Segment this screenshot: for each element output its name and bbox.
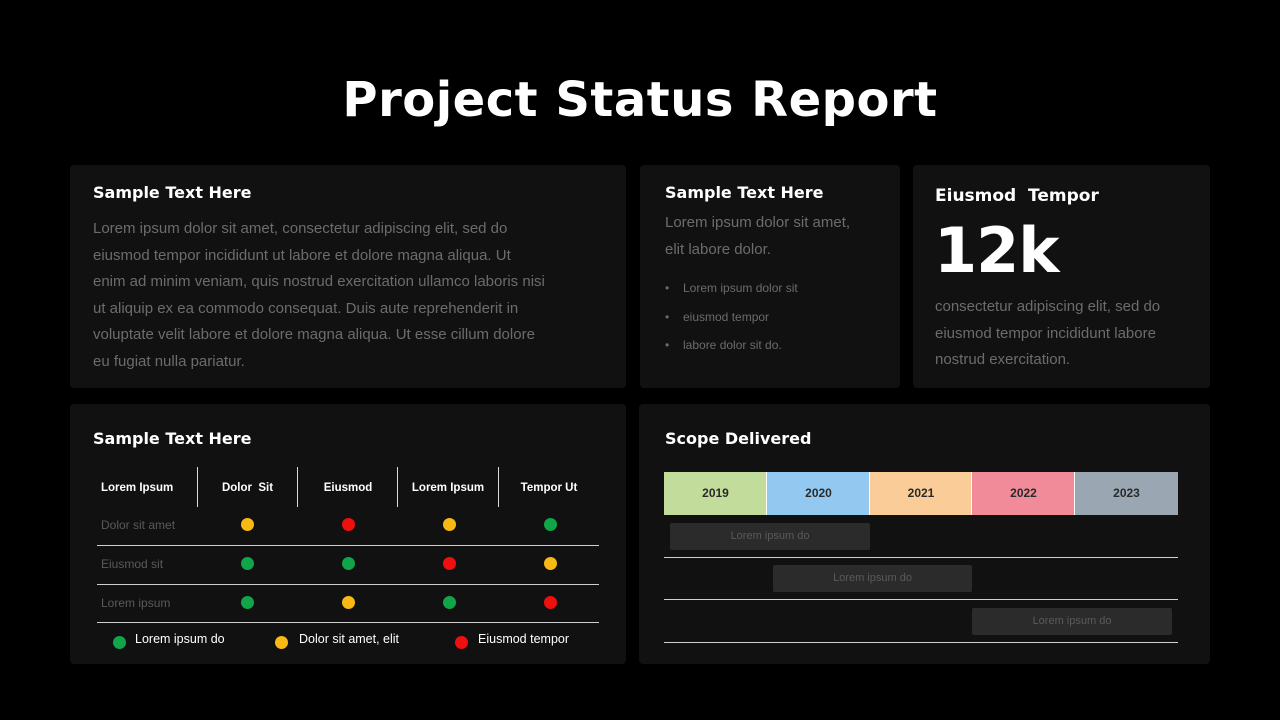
legend-label: Lorem ipsum do [135,632,225,646]
body-line: nostrud exercitation. [935,351,1071,368]
legend-label: Dolor sit amet, elit [299,632,400,646]
year-cell: 2021 [870,472,972,515]
year-cell: 2022 [972,472,1075,515]
body-line: enim ad minim veniam, quis nostrud exerc… [93,273,545,290]
year-separator [766,472,767,515]
list-item-label: labore dolor sit do. [683,338,782,352]
bullet-icon: • [665,281,670,295]
body-line: ut aliquip ex ea commodo consequat. Duis… [93,299,519,317]
table-row-label: Eiusmod sit [101,557,164,571]
bullet-icon: • [665,338,670,352]
text-card-main-heading: Sample Text Here [93,183,252,202]
bullet-icon: • [665,309,670,324]
page-title: Project Status Report [342,72,938,128]
table-column-header: Lorem Ipsum [411,482,485,494]
task-bar: Lorem ipsum do [670,523,870,550]
year-cell: 2020 [767,472,870,515]
status-dot-icon [341,517,355,531]
legend-dot-icon [455,636,468,649]
task-row-separator [664,557,1178,558]
list-item-label: Lorem ipsum dolor sit [683,281,798,295]
year-cell: 2019 [664,472,767,515]
status-dot-icon [240,595,254,609]
year-separator [1074,472,1075,515]
row-separator [97,622,599,623]
text-card-bullets-body: Lorem ipsum dolor sit amet, elit labore … [665,210,890,263]
status-dot-icon [341,595,355,609]
table-row-label: Lorem ipsum [101,596,171,610]
table-column-header: Eiusmod [323,482,373,494]
status-dot-icon [442,517,456,531]
row-separator [97,545,599,546]
legend-label: Eiusmod tempor [478,632,570,646]
table-column-header: Tempor Ut [520,482,578,494]
status-dot-icon [442,595,456,609]
body-line: Lorem ipsum dolor sit amet, [665,214,851,231]
status-dot-icon [543,517,557,531]
metric-card-heading: Eiusmod Tempor [935,186,1099,206]
list-item: • Lorem ipsum dolor sit [665,280,890,309]
bullet-list: • Lorem ipsum dolor sit • eiusmod tempor •… [665,280,890,366]
table-column-header: Lorem Ipsum [101,482,174,494]
legend-dot-icon [275,636,288,649]
year-cell: 2023 [1075,472,1178,515]
list-item: • labore dolor sit do. [665,337,890,366]
status-dot-icon [543,556,557,570]
legend-dot-icon [113,636,126,649]
body-line: voluptate velit labore et dolore magna a… [93,326,535,343]
status-dot-icon [240,517,254,531]
metric-card-body: consectetur adipiscing elit, sed do eius… [935,294,1200,374]
column-divider [197,467,198,507]
list-item: • eiusmod tempor [665,309,890,338]
column-divider [397,467,398,507]
status-table-heading: Sample Text Here [93,429,252,448]
body-line: consectetur adipiscing elit, sed do [935,298,1161,315]
metric-value: 12k [934,214,1060,287]
task-bar: Lorem ipsum do [972,608,1172,635]
body-line: Lorem ipsum dolor sit amet, consectetur … [93,220,508,237]
status-dot-icon [240,556,254,570]
table-row-label: Dolor sit amet [101,518,176,532]
year-separator [869,472,870,515]
status-dot-icon [341,556,355,570]
task-row-separator [664,642,1178,643]
scope-heading: Scope Delivered [665,429,812,448]
body-line: eiusmod tempor incididunt ut labore et d… [93,246,511,264]
body-line: elit labore dolor. [665,240,771,258]
year-separator [971,472,972,515]
task-bar: Lorem ipsum do [773,565,972,592]
list-item-label: eiusmod tempor [683,309,770,324]
row-separator [97,584,599,585]
text-card-main-body: Lorem ipsum dolor sit amet, consectetur … [93,216,613,375]
column-divider [297,467,298,507]
body-line: eu fugiat nulla pariatur. [93,352,245,370]
body-line: eiusmod tempor incididunt labore [935,324,1156,342]
table-column-header: Dolor Sit [221,482,274,494]
column-divider [498,467,499,507]
status-dot-icon [442,556,456,570]
task-row-separator [664,599,1178,600]
text-card-bullets-heading: Sample Text Here [665,183,824,202]
status-dot-icon [543,595,557,609]
